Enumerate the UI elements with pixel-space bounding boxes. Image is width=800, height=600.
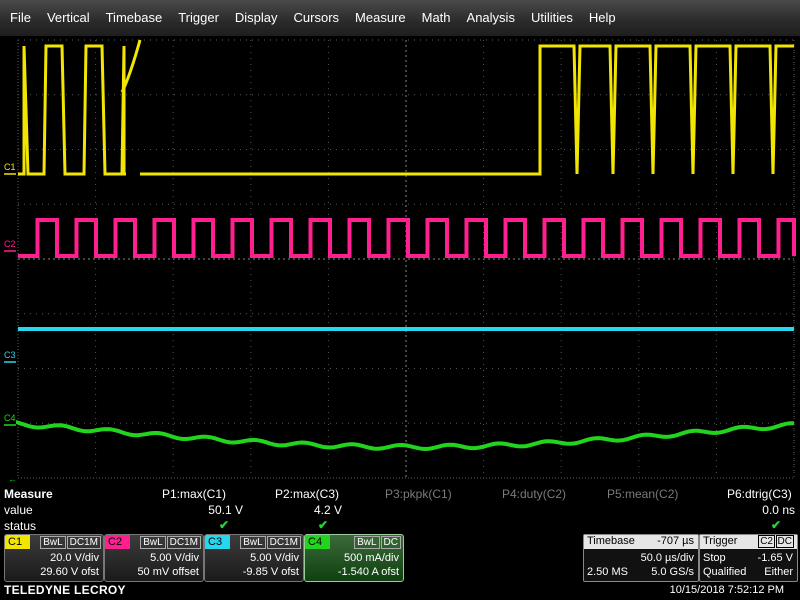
channel-box-c1[interactable]: C1 BwL DC1M 20.0 V/div 29.60 V ofst: [4, 534, 104, 582]
channel-offset: 29.60 V ofst: [40, 566, 99, 578]
channel-offset: -1.540 A ofst: [337, 566, 399, 578]
volts-per-div: 20.0 V/div: [50, 552, 99, 564]
channel-box-c2[interactable]: C2 BwL DC1M 5.00 V/div 50 mV offset: [104, 534, 204, 582]
status-footer: TELEDYNE LECROY 10/15/2018 7:52:12 PM: [0, 582, 800, 600]
datetime: 10/15/2018 7:52:12 PM: [669, 584, 784, 596]
trigger-position-arrow-icon: ←: [8, 474, 17, 482]
menu-timebase[interactable]: Timebase: [96, 0, 169, 25]
param-p6-label[interactable]: P6:dtrig(C3): [727, 487, 792, 501]
timebase-label: Timebase: [587, 535, 635, 547]
channel-offset: -9.85 V ofst: [242, 566, 299, 578]
channel-offset: 50 mV offset: [137, 566, 199, 578]
waveform-display[interactable]: C1 C2 C3 C4 ←: [0, 36, 800, 482]
channel-box-c4[interactable]: C4 BwL DC 500 mA/div -1.540 A ofst: [304, 534, 404, 582]
coupling-flag: DC1M: [166, 536, 201, 549]
measure-status-label: status: [4, 519, 37, 533]
channel-marker-c3[interactable]: C3: [4, 350, 16, 360]
menu-bar: File Vertical Timebase Trigger Display Cursor…: [0, 0, 800, 36]
trigger-box[interactable]: Trigger C2 DC Stop -1.65 V Qualified Eit…: [699, 534, 798, 582]
trigger-level: -1.65 V: [757, 552, 793, 564]
trigger-mode: Stop: [703, 552, 726, 564]
timebase-rate: 5.0 GS/s: [651, 566, 694, 578]
menu-math[interactable]: Math: [412, 0, 457, 25]
bandwidth-flag: BwL: [40, 536, 66, 549]
timebase-samples: 2.50 MS: [587, 566, 628, 578]
trigger-type: Qualified: [703, 566, 747, 578]
volts-per-div: 500 mA/div: [343, 552, 399, 564]
param-p1-label[interactable]: P1:max(C1): [162, 487, 226, 501]
param-p6-status-check-icon: ✔: [771, 518, 782, 532]
param-p2-label[interactable]: P2:max(C3): [275, 487, 339, 501]
menu-analysis[interactable]: Analysis: [457, 0, 521, 25]
menu-trigger[interactable]: Trigger: [168, 0, 225, 25]
channel-descriptors: C1 BwL DC1M 20.0 V/div 29.60 V ofst C2 Bw…: [0, 534, 800, 582]
menu-cursors[interactable]: Cursors: [284, 0, 346, 25]
bandwidth-flag: BwL: [354, 536, 380, 549]
param-p2-value: 4.2 V: [313, 503, 342, 517]
param-p6-value: 0.0 ns: [762, 503, 795, 517]
coupling-flag: DC: [380, 536, 401, 549]
timebase-delay: -707 µs: [657, 535, 694, 547]
param-p4-label[interactable]: P4:duty(C2): [502, 487, 566, 501]
volts-per-div: 5.00 V/div: [250, 552, 299, 564]
channel-tag: C3: [205, 535, 230, 549]
bandwidth-flag: BwL: [240, 536, 266, 549]
timebase-tdiv: 50.0 µs/div: [640, 552, 694, 564]
channel-marker-c4[interactable]: C4: [4, 413, 16, 423]
param-p3-label[interactable]: P3:pkpk(C1): [385, 487, 452, 501]
bandwidth-flag: BwL: [140, 536, 166, 549]
param-p5-label[interactable]: P5:mean(C2): [607, 487, 678, 501]
channel-tag: C1: [5, 535, 30, 549]
coupling-flag: DC1M: [66, 536, 101, 549]
measure-title: Measure: [4, 487, 53, 501]
trigger-slope: Either: [764, 566, 793, 578]
channel-box-c3[interactable]: C3 BwL DC1M 5.00 V/div -9.85 V ofst: [204, 534, 304, 582]
measure-value-label: value: [4, 503, 33, 517]
param-p1-value: 50.1 V: [208, 503, 243, 517]
channel-tag: C4: [305, 535, 330, 549]
timebase-box[interactable]: Timebase -707 µs 50.0 µs/div 2.50 MS 5.0…: [583, 534, 699, 582]
trigger-source: C2: [758, 535, 775, 548]
trigger-coupling: DC: [775, 535, 794, 548]
menu-measure[interactable]: Measure: [345, 0, 412, 25]
channel-marker-c1[interactable]: C1: [4, 162, 16, 172]
trigger-label: Trigger: [703, 535, 738, 547]
param-p2-status-check-icon: ✔: [318, 518, 329, 532]
brand-logo: TELEDYNE LECROY: [4, 583, 126, 597]
menu-file[interactable]: File: [0, 0, 37, 25]
menu-display[interactable]: Display: [225, 0, 284, 25]
menu-vertical[interactable]: Vertical: [37, 0, 96, 25]
param-p1-status-check-icon: ✔: [219, 518, 230, 532]
menu-help[interactable]: Help: [579, 0, 622, 25]
volts-per-div: 5.00 V/div: [150, 552, 199, 564]
measure-table: Measure value status P1:max(C1) 50.1 V ✔ P2…: [0, 484, 800, 534]
coupling-flag: DC1M: [266, 536, 301, 549]
menu-utilities[interactable]: Utilities: [521, 0, 579, 25]
channel-marker-c2[interactable]: C2: [4, 239, 16, 249]
channel-tag: C2: [105, 535, 130, 549]
